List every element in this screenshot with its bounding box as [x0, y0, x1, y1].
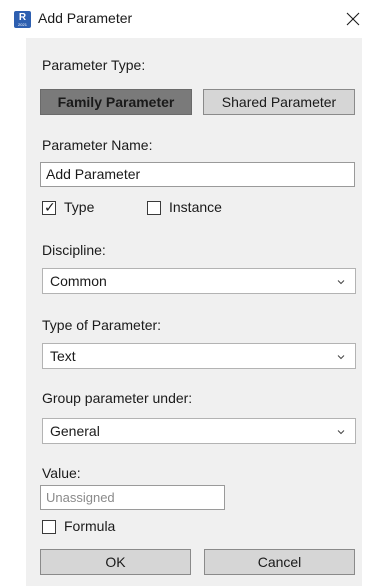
- parameter-name-input[interactable]: Add Parameter: [40, 162, 355, 187]
- type-checkbox-label: Type: [64, 199, 95, 215]
- chevron-down-icon: [337, 280, 345, 285]
- title-bar: R 2021 Add Parameter: [0, 0, 374, 38]
- value-label: Value:: [42, 465, 81, 481]
- checkmark-icon: ✓: [44, 199, 56, 215]
- app-icon-sub: 2021: [18, 22, 27, 27]
- chevron-down-icon: [337, 430, 345, 435]
- ok-button[interactable]: OK: [40, 549, 191, 575]
- discipline-value: Common: [50, 273, 107, 289]
- discipline-label: Discipline:: [42, 242, 106, 258]
- cancel-button[interactable]: Cancel: [204, 549, 355, 575]
- chevron-down-icon: [337, 355, 345, 360]
- parameter-name-label: Parameter Name:: [42, 137, 153, 153]
- instance-checkbox-label: Instance: [169, 199, 222, 215]
- close-icon: [346, 12, 360, 26]
- type-checkbox[interactable]: ✓: [42, 199, 56, 215]
- dialog-panel: Parameter Type: Family Parameter Shared …: [26, 38, 362, 586]
- revit-app-icon: R 2021: [14, 11, 31, 28]
- value-input[interactable]: Unassigned: [40, 485, 225, 510]
- family-parameter-button[interactable]: Family Parameter: [40, 89, 192, 115]
- close-button[interactable]: [332, 0, 374, 38]
- shared-parameter-button[interactable]: Shared Parameter: [203, 89, 355, 115]
- formula-checkbox-label: Formula: [64, 518, 116, 534]
- group-under-dropdown[interactable]: General: [42, 418, 356, 444]
- group-under-value: General: [50, 423, 100, 439]
- type-of-parameter-value: Text: [50, 348, 76, 364]
- window-title: Add Parameter: [38, 10, 133, 26]
- instance-checkbox[interactable]: [147, 201, 161, 215]
- type-of-parameter-label: Type of Parameter:: [42, 317, 162, 333]
- type-of-parameter-dropdown[interactable]: Text: [42, 343, 356, 369]
- parameter-type-label: Parameter Type:: [42, 57, 146, 73]
- group-under-label: Group parameter under:: [42, 390, 193, 406]
- formula-checkbox[interactable]: [42, 520, 56, 534]
- discipline-dropdown[interactable]: Common: [42, 268, 356, 294]
